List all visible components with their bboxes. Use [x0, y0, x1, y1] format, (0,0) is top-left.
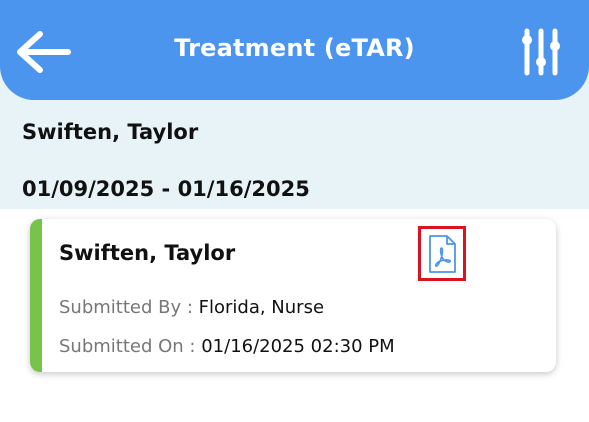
- submitted-on-label: Submitted On :: [59, 336, 202, 357]
- patient-name: Swiften, Taylor: [22, 120, 199, 144]
- date-range: 01/09/2025 - 01/16/2025: [22, 177, 310, 201]
- pdf-file-icon: [429, 234, 456, 273]
- submitted-by-row: Submitted By : Florida, Nurse: [59, 297, 324, 318]
- card-status-accent: [30, 219, 42, 372]
- app-screen: Treatment (eTAR) Swiften, Taylor 01/09/2…: [0, 0, 589, 422]
- app-header: Treatment (eTAR): [0, 0, 589, 100]
- sliders-icon: [522, 28, 560, 76]
- treatment-record-card[interactable]: Swiften, Taylor Submitted By : Florida, …: [30, 219, 556, 372]
- record-patient-name: Swiften, Taylor: [59, 241, 236, 265]
- submitted-on-row: Submitted On : 01/16/2025 02:30 PM: [59, 336, 395, 357]
- page-title: Treatment (eTAR): [174, 34, 415, 62]
- submitted-on-value: 01/16/2025 02:30 PM: [201, 336, 395, 357]
- submitted-by-label: Submitted By :: [59, 297, 199, 318]
- filter-button[interactable]: [518, 26, 564, 78]
- submitted-by-value: Florida, Nurse: [198, 297, 325, 318]
- pdf-button[interactable]: [418, 226, 466, 281]
